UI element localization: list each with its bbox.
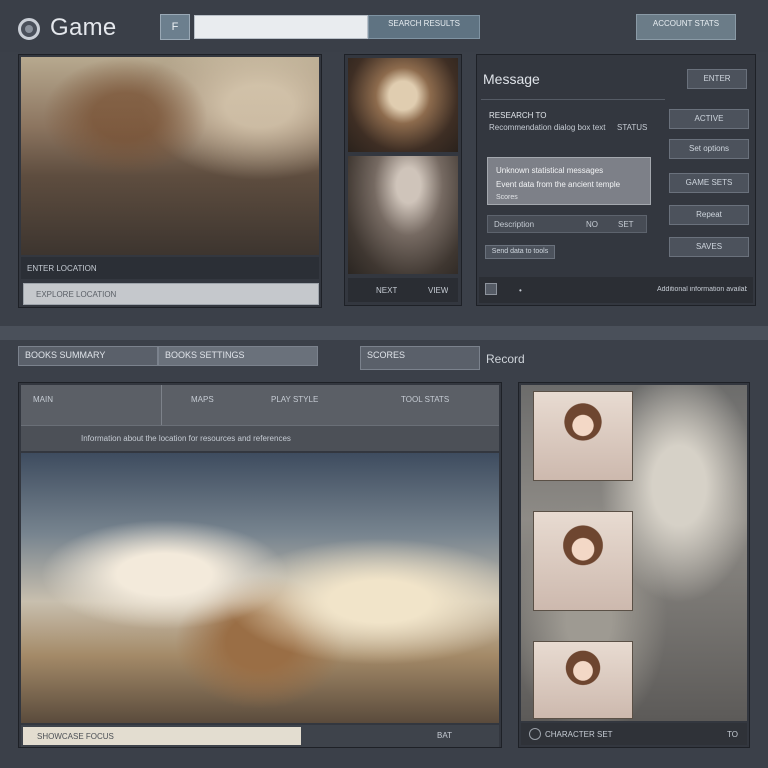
toolbar-main[interactable]: MAIN: [33, 395, 53, 404]
temple-subtitle: Information about the location for resou…: [81, 434, 291, 443]
main-image-caption: ENTER LOCATION: [27, 264, 97, 273]
toolbar-tool-stats[interactable]: TOOL STATS: [401, 395, 449, 404]
highlight-line-1: Unknown statistical messages: [496, 166, 604, 175]
search-input[interactable]: [194, 15, 368, 39]
side-button-saves[interactable]: SAVES: [669, 237, 749, 257]
toolbar-maps[interactable]: MAPS: [191, 395, 214, 404]
info-panel-title: Message: [483, 71, 540, 87]
lower-heading: Record: [486, 352, 525, 366]
description-field[interactable]: Description NO SET: [487, 215, 647, 233]
side-button-game-sets[interactable]: GAME SETS: [669, 173, 749, 193]
info-enter-button[interactable]: ENTER: [687, 69, 747, 89]
thumb-view-link[interactable]: VIEW: [428, 286, 448, 295]
footer-dot-icon: •: [519, 286, 522, 295]
description-set-button[interactable]: SET: [618, 220, 634, 229]
cliff-thumbnail[interactable]: [348, 156, 458, 274]
app-logo-icon: [18, 18, 40, 40]
explore-location-button[interactable]: EXPLORE LOCATION: [23, 283, 319, 305]
thumb-next-link[interactable]: NEXT: [376, 286, 397, 295]
showcase-field[interactable]: SHOWCASE FOCUS: [23, 727, 301, 745]
tab-books-summary[interactable]: BOOKS SUMMARY: [18, 346, 158, 366]
side-button-repeat[interactable]: Repeat: [669, 205, 749, 225]
portrait-footer-icon[interactable]: [529, 728, 541, 740]
section-status: STATUS: [617, 123, 648, 132]
search-button[interactable]: SEARCH RESULTS: [368, 15, 480, 39]
showcase-caption: SHOWCASE FOCUS: [37, 732, 114, 741]
thumbnail-panel: NEXT VIEW: [344, 54, 462, 306]
send-data-button[interactable]: Send data to tools: [485, 245, 555, 259]
search-filter-tag[interactable]: F: [160, 14, 190, 40]
mountain-landscape-image[interactable]: [21, 57, 319, 255]
explore-location-label: EXPLORE LOCATION: [36, 290, 117, 299]
side-button-active[interactable]: ACTIVE: [669, 109, 749, 129]
portrait-footer-label: CHARACTER SET: [545, 730, 613, 739]
showcase-value: BAT: [437, 731, 452, 740]
temple-panel: MAIN MAPS PLAY STYLE TOOL STATS Informat…: [18, 382, 502, 748]
character-portrait-1[interactable]: [533, 391, 633, 481]
tab-books-settings[interactable]: BOOKS SETTINGS: [158, 346, 318, 366]
footer-settings-icon[interactable]: [485, 283, 497, 295]
highlight-box: Unknown statistical messages Event data …: [487, 157, 651, 205]
portrait-footer-value: TO: [727, 730, 738, 739]
main-image-panel: ENTER LOCATION EXPLORE LOCATION: [18, 54, 322, 308]
footer-info-text: Additional information available: [657, 286, 747, 293]
section-divider: [0, 326, 768, 340]
account-button[interactable]: ACCOUNT STATS: [636, 14, 736, 40]
highlight-line-3: Scores: [496, 194, 518, 201]
app-title: Game: [50, 14, 117, 41]
section-title: RESEARCH TO: [489, 111, 547, 120]
tab-scores[interactable]: SCORES: [360, 346, 480, 370]
info-panel: Message ENTER RESEARCH TO Recommendation…: [476, 54, 756, 306]
description-label: Description: [494, 220, 535, 229]
temple-toolbar: MAIN MAPS PLAY STYLE TOOL STATS: [21, 385, 499, 425]
side-button-options[interactable]: Set options: [669, 139, 749, 159]
description-value: NO: [586, 220, 598, 229]
temple-image[interactable]: [21, 453, 499, 723]
portrait-panel: CHARACTER SET TO: [518, 382, 750, 748]
highlight-line-2: Event data from the ancient temple: [496, 180, 621, 189]
character-portrait-2[interactable]: [533, 511, 633, 611]
character-portrait-3[interactable]: [533, 641, 633, 719]
cave-thumbnail[interactable]: [348, 58, 458, 152]
section-line: Recommendation dialog box text: [489, 123, 606, 132]
toolbar-play-style[interactable]: PLAY STYLE: [271, 395, 318, 404]
